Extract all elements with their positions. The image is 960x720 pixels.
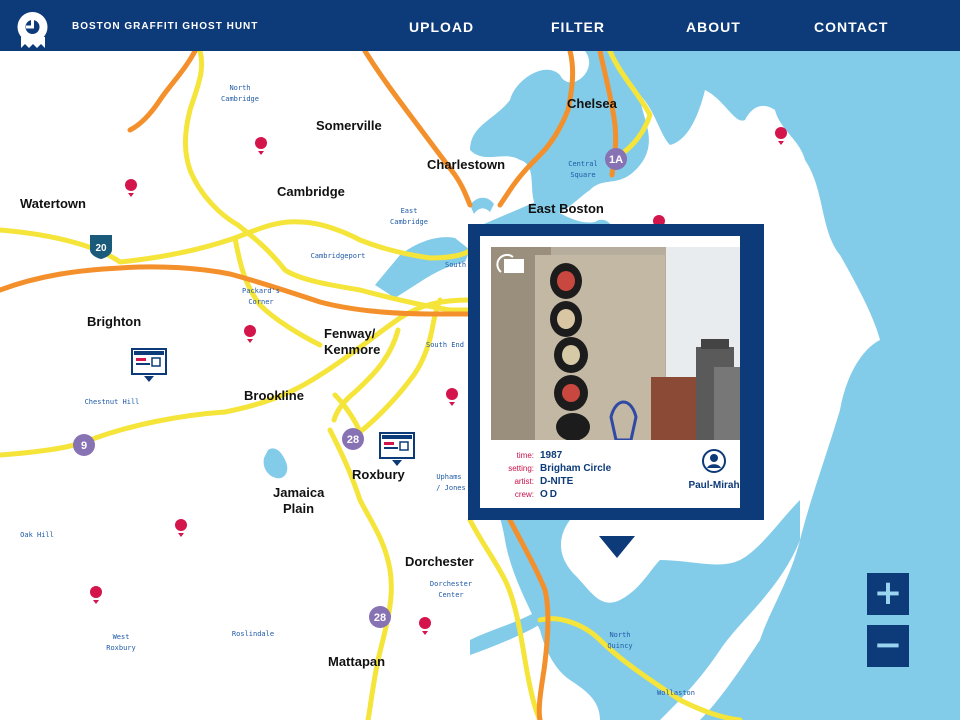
yellow-road xyxy=(0,297,473,458)
route-28-marker: 28 xyxy=(342,428,364,450)
graffiti-photo[interactable] xyxy=(491,247,740,440)
meta-time-value: 1987 xyxy=(540,450,563,461)
label-brookline: Brookline xyxy=(244,388,304,403)
label-south: South xyxy=(445,261,466,269)
route-28-label-south: 28 xyxy=(374,612,386,624)
nav-filter[interactable]: FILTER xyxy=(551,19,605,35)
nav-upload[interactable]: UPLOAD xyxy=(409,19,474,35)
label-chelsea: Chelsea xyxy=(567,96,618,111)
map-pin-icon[interactable] xyxy=(125,179,137,197)
route-1a-label: 1A xyxy=(609,154,623,166)
label-watertown: Watertown xyxy=(20,196,86,211)
label-cambridge: Cambridge xyxy=(277,184,345,199)
meta-setting-row: setting: Brigham Circle xyxy=(480,462,660,475)
label-packards: Packard's xyxy=(242,287,280,295)
zoom-out-button[interactable]: − xyxy=(867,625,909,667)
graffiti-metadata: time: 1987 setting: Brigham Circle artist:… xyxy=(480,449,660,501)
meta-time-key: time: xyxy=(516,451,534,460)
label-charlestown: Charlestown xyxy=(427,157,505,172)
label-jamaica: Jamaica xyxy=(273,485,325,500)
label-roxbury-small: Roxbury xyxy=(106,644,136,652)
meta-crew-row: crew: OD xyxy=(480,488,660,501)
map-pin-icon[interactable] xyxy=(775,127,787,145)
label-east-boston: East Boston xyxy=(528,201,604,216)
zoom-in-button[interactable]: + xyxy=(867,573,909,615)
label-north: North xyxy=(229,84,250,92)
label-fenway: Fenway/ xyxy=(324,326,376,341)
label-roslindale: Roslindale xyxy=(232,630,274,638)
map-pin-icon[interactable] xyxy=(244,325,256,343)
label-east: East xyxy=(401,207,418,215)
label-chestnut-hill: Chestnut Hill xyxy=(85,398,140,406)
label-jones: / Jones xyxy=(436,484,466,492)
meta-time-row: time: 1987 xyxy=(480,449,660,462)
route-9-marker: 9 xyxy=(73,434,95,456)
meta-setting-key: setting: xyxy=(508,464,534,473)
meta-setting-value[interactable]: Brigham Circle xyxy=(540,463,611,474)
user-avatar-icon[interactable] xyxy=(702,449,726,473)
nav-about[interactable]: ABOUT xyxy=(686,19,741,35)
label-oak-hill: Oak Hill xyxy=(20,531,54,539)
label-dorchester-small: Dorchester xyxy=(430,580,472,588)
meta-crew-value[interactable]: OD xyxy=(540,489,559,500)
meta-crew-key: crew: xyxy=(514,490,534,499)
jamaica-pond xyxy=(263,448,288,479)
popup-card: time: 1987 setting: Brigham Circle artist:… xyxy=(480,236,740,508)
label-north-2: North xyxy=(609,631,630,639)
route-1a-marker: 1A xyxy=(605,148,627,170)
label-wollaston: Wollaston xyxy=(657,689,695,697)
label-center: Center xyxy=(438,591,463,599)
label-quincy: Quincy xyxy=(607,642,632,650)
ghost-logo-icon[interactable] xyxy=(16,11,49,49)
nav-contact[interactable]: CONTACT xyxy=(814,19,888,35)
route-28-label: 28 xyxy=(347,434,359,446)
uploader[interactable]: Paul-Mirah xyxy=(676,449,752,491)
map-pin-icon[interactable] xyxy=(419,617,431,635)
map-pin-icon[interactable] xyxy=(175,519,187,537)
label-cambridgeport: Cambridgeport xyxy=(311,252,366,260)
map-pin-icon[interactable] xyxy=(90,586,102,604)
label-roxbury: Roxbury xyxy=(352,467,406,482)
map-pin-icon[interactable] xyxy=(446,388,458,406)
label-mattapan: Mattapan xyxy=(328,654,385,669)
label-cambridge-small: Cambridge xyxy=(221,95,259,103)
photo-gallery-marker-icon[interactable] xyxy=(379,432,415,466)
meta-artist-key: artist: xyxy=(514,477,534,486)
route-9-label: 9 xyxy=(81,440,87,452)
label-west: West xyxy=(113,633,130,641)
yellow-road xyxy=(332,297,443,435)
interstate-20-label: 20 xyxy=(95,243,107,254)
uploader-name[interactable]: Paul-Mirah xyxy=(676,480,752,491)
route-28-marker-south: 28 xyxy=(369,606,391,628)
label-corner: Corner xyxy=(248,298,273,306)
site-title[interactable]: BOSTON GRAFFITI GHOST HUNT xyxy=(72,21,258,32)
label-south-end: South End xyxy=(426,341,464,349)
label-somerville: Somerville xyxy=(316,118,382,133)
meta-artist-value[interactable]: D-NITE xyxy=(540,476,573,487)
top-navigation-bar: BOSTON GRAFFITI GHOST HUNT UPLOAD FILTER… xyxy=(0,0,960,51)
meta-artist-row: artist: D-NITE xyxy=(480,475,660,488)
map-pin-icon[interactable] xyxy=(255,137,267,155)
label-dorchester: Dorchester xyxy=(405,554,474,569)
label-brighton: Brighton xyxy=(87,314,141,329)
popup-pointer-icon xyxy=(599,536,635,558)
label-kenmore: Kenmore xyxy=(324,342,380,357)
orange-highway xyxy=(127,51,198,133)
upper-river xyxy=(470,197,494,214)
graffiti-detail-popup: time: 1987 setting: Brigham Circle artist:… xyxy=(468,224,764,520)
photo-gallery-marker-icon[interactable] xyxy=(131,348,167,382)
label-uphams: Uphams xyxy=(436,473,461,481)
label-east-cambridge: Cambridge xyxy=(390,218,428,226)
label-central: Central xyxy=(568,160,598,168)
label-square: Square xyxy=(570,171,595,179)
label-plain: Plain xyxy=(283,501,314,516)
